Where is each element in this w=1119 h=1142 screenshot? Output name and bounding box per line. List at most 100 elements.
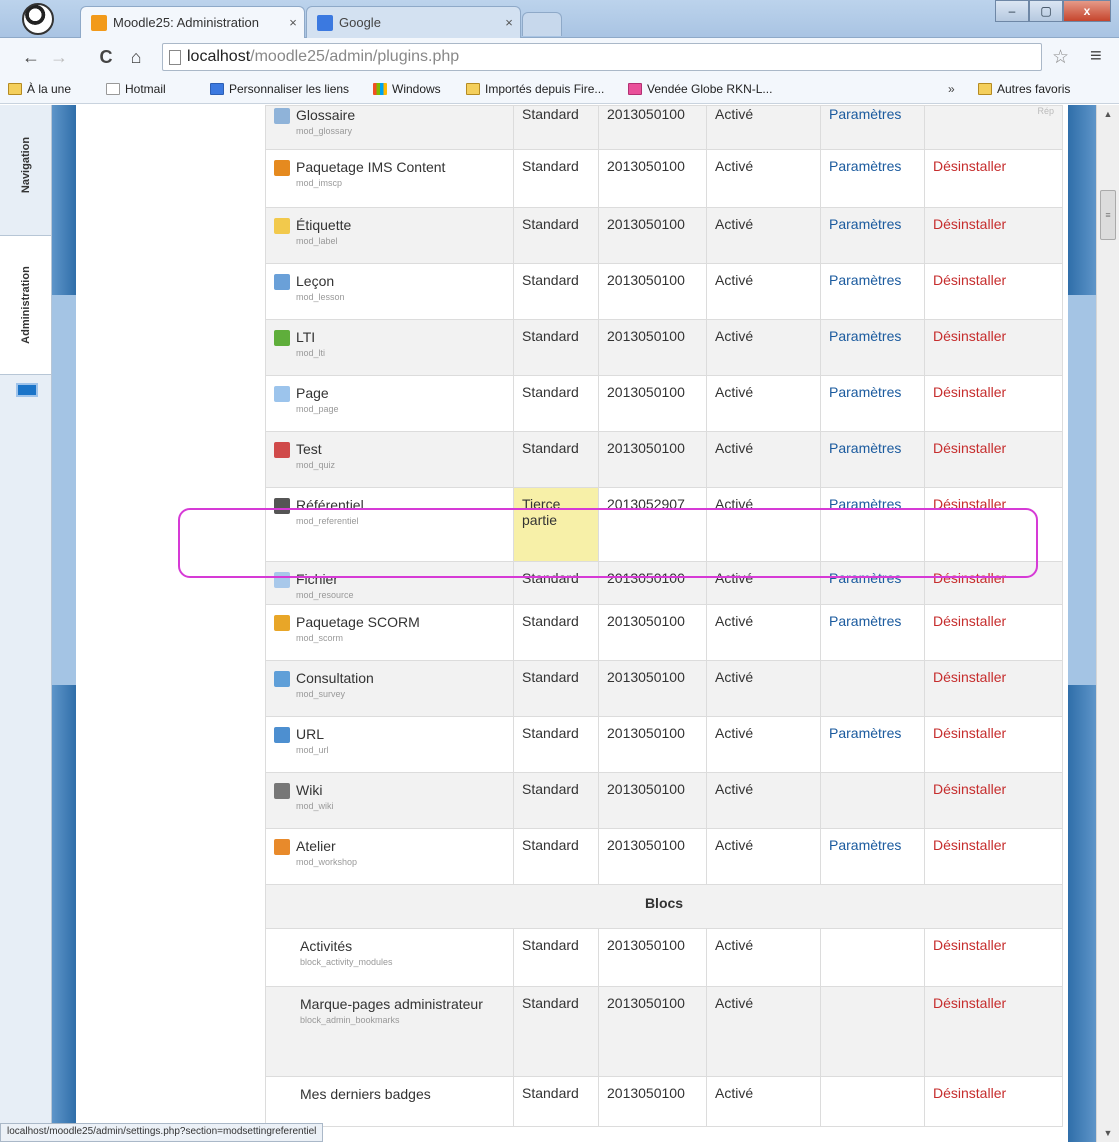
tab-google[interactable]: Google × bbox=[306, 6, 521, 38]
scorm-icon bbox=[274, 615, 290, 631]
bookmark-autres-favoris[interactable]: Autres favoris bbox=[978, 82, 1070, 96]
bookmark-windows[interactable]: Windows bbox=[373, 82, 441, 96]
uninstall-link[interactable]: Désinstaller bbox=[933, 1085, 1006, 1101]
plugin-name: Leçon bbox=[296, 273, 335, 289]
uninstall-link[interactable]: Désinstaller bbox=[933, 328, 1006, 344]
bookmark-star-icon[interactable]: ☆ bbox=[1052, 46, 1069, 69]
plugin-code: mod_lti bbox=[296, 348, 326, 358]
tab-moodle-admin[interactable]: Moodle25: Administration × bbox=[80, 6, 305, 38]
plugin-status: Activé bbox=[715, 440, 754, 456]
uninstall-link[interactable]: Désinstaller bbox=[933, 158, 1006, 174]
uninstall-link[interactable]: Désinstaller bbox=[933, 440, 1006, 456]
address-bar[interactable]: localhost/moodle25/admin/plugins.php bbox=[162, 43, 1042, 71]
plugin-row: Consultation mod_survey Standard 2013050100… bbox=[265, 660, 1063, 717]
uninstall-link[interactable]: Désinstaller bbox=[933, 937, 1006, 953]
minimize-button[interactable]: – bbox=[995, 0, 1029, 22]
plugin-source: Standard bbox=[522, 106, 579, 122]
bookmark-personnaliser[interactable]: Personnaliser les liens bbox=[210, 82, 349, 96]
vertical-scrollbar[interactable]: ▲ ≡ ▼ bbox=[1096, 105, 1119, 1142]
plugin-source: Standard bbox=[522, 669, 579, 685]
plugin-status: Activé bbox=[715, 669, 754, 685]
theme-shade bbox=[52, 295, 76, 685]
uninstall-link[interactable]: Désinstaller bbox=[933, 216, 1006, 232]
plugin-name-wrap: Page mod_page bbox=[296, 384, 339, 414]
plugin-name: URL bbox=[296, 726, 325, 742]
plugin-name-cell: LTI mod_lti bbox=[274, 328, 505, 358]
plugin-source: Standard bbox=[522, 725, 579, 741]
plugin-source: Standard bbox=[522, 570, 579, 586]
uninstall-link[interactable]: Désinstaller bbox=[933, 669, 1006, 685]
block-row: Activités block_activity_modules Standard 2… bbox=[265, 928, 1063, 987]
uninstall-link[interactable]: Désinstaller bbox=[933, 570, 1006, 586]
plugin-code: mod_referentiel bbox=[296, 516, 359, 526]
settings-link[interactable]: Paramètres bbox=[829, 272, 901, 288]
plugin-status: Activé bbox=[715, 937, 754, 953]
resource-icon bbox=[274, 572, 290, 588]
plugin-row: Atelier mod_workshop Standard 2013050100 Act… bbox=[265, 828, 1063, 885]
menu-icon[interactable]: ≡ bbox=[1090, 45, 1102, 68]
plugin-name-wrap: Fichier mod_resource bbox=[296, 570, 354, 600]
dock-toggle-icon[interactable] bbox=[16, 383, 38, 397]
settings-link[interactable]: Paramètres bbox=[829, 613, 901, 629]
settings-link[interactable]: Paramètres bbox=[829, 216, 901, 232]
home-icon[interactable]: ⌂ bbox=[125, 46, 147, 68]
settings-link[interactable]: Paramètres bbox=[829, 440, 901, 456]
dock-tab-navigation[interactable]: Navigation bbox=[0, 115, 52, 215]
bookmarks-more-chevron[interactable]: » bbox=[948, 82, 955, 96]
settings-link[interactable]: Paramètres bbox=[829, 570, 901, 586]
plugin-source: Tierce partie bbox=[522, 496, 561, 528]
plugin-version: 2013050100 bbox=[607, 995, 685, 1011]
settings-link[interactable]: Paramètres bbox=[829, 496, 901, 512]
glossary-help-text: Rép bbox=[1037, 106, 1054, 116]
plugin-name-wrap: Wiki mod_wiki bbox=[296, 781, 334, 811]
bookmark-a-la-une[interactable]: À la une bbox=[8, 82, 71, 96]
forward-arrow-icon[interactable]: → bbox=[48, 46, 70, 68]
tab-close-icon[interactable]: × bbox=[282, 15, 304, 30]
scrollbar-thumb[interactable]: ≡ bbox=[1100, 190, 1116, 240]
plugin-name-cell: Étiquette mod_label bbox=[274, 216, 505, 246]
dock-tab-administration[interactable]: Administration bbox=[0, 235, 52, 375]
settings-link[interactable]: Paramètres bbox=[829, 725, 901, 741]
settings-link[interactable]: Paramètres bbox=[829, 384, 901, 400]
settings-link[interactable]: Paramètres bbox=[829, 158, 901, 174]
bookmark-importes[interactable]: Importés depuis Fire... bbox=[466, 82, 604, 96]
settings-link[interactable]: Paramètres bbox=[829, 328, 901, 344]
plugin-name: Fichier bbox=[296, 571, 339, 587]
plugin-source: Standard bbox=[522, 328, 579, 344]
uninstall-link[interactable]: Désinstaller bbox=[933, 496, 1006, 512]
close-window-button[interactable]: x bbox=[1063, 0, 1111, 22]
bookmark-label: Vendée Globe RKN-L... bbox=[647, 82, 773, 96]
tab-close-icon[interactable]: × bbox=[498, 15, 520, 30]
bookmark-vendee-globe[interactable]: Vendée Globe RKN-L... bbox=[628, 82, 772, 96]
plugin-name-cell: URL mod_url bbox=[274, 725, 505, 755]
scroll-up-arrow-icon[interactable]: ▲ bbox=[1097, 105, 1119, 123]
uninstall-link[interactable]: Désinstaller bbox=[933, 725, 1006, 741]
scroll-down-arrow-icon[interactable]: ▼ bbox=[1097, 1124, 1119, 1142]
uninstall-link[interactable]: Désinstaller bbox=[933, 837, 1006, 853]
uninstall-link[interactable]: Désinstaller bbox=[933, 613, 1006, 629]
uninstall-link[interactable]: Désinstaller bbox=[933, 272, 1006, 288]
uninstall-link[interactable]: Désinstaller bbox=[933, 995, 1006, 1011]
bookmark-hotmail[interactable]: Hotmail bbox=[106, 82, 166, 96]
plugin-name-wrap: Test mod_quiz bbox=[296, 440, 335, 470]
url-path: /moodle25/admin/plugins.php bbox=[250, 48, 460, 65]
block-row: Marque-pages administrateur block_admin_b… bbox=[265, 986, 1063, 1077]
plugin-status: Activé bbox=[715, 781, 754, 797]
plugin-code: mod_survey bbox=[296, 689, 346, 699]
plugin-version: 2013050100 bbox=[607, 1085, 685, 1101]
plugin-status: Activé bbox=[715, 570, 754, 586]
theme-left-border bbox=[52, 105, 76, 1142]
maximize-button[interactable]: ▢ bbox=[1029, 0, 1063, 22]
uninstall-link[interactable]: Désinstaller bbox=[933, 384, 1006, 400]
plugin-code: block_activity_modules bbox=[300, 957, 393, 967]
plugin-row: URL mod_url Standard 2013050100 Activé Paramè… bbox=[265, 716, 1063, 773]
new-tab-button[interactable] bbox=[522, 12, 562, 36]
plugin-row: Paquetage SCORM mod_scorm Standard 20130501… bbox=[265, 604, 1063, 661]
settings-link[interactable]: Paramètres bbox=[829, 106, 901, 122]
theme-right-border bbox=[1068, 105, 1096, 1142]
settings-link[interactable]: Paramètres bbox=[829, 837, 901, 853]
soccer-ball-icon bbox=[22, 3, 54, 35]
back-arrow-icon[interactable]: ← bbox=[20, 46, 42, 68]
uninstall-link[interactable]: Désinstaller bbox=[933, 781, 1006, 797]
reload-icon[interactable]: C bbox=[95, 46, 117, 68]
